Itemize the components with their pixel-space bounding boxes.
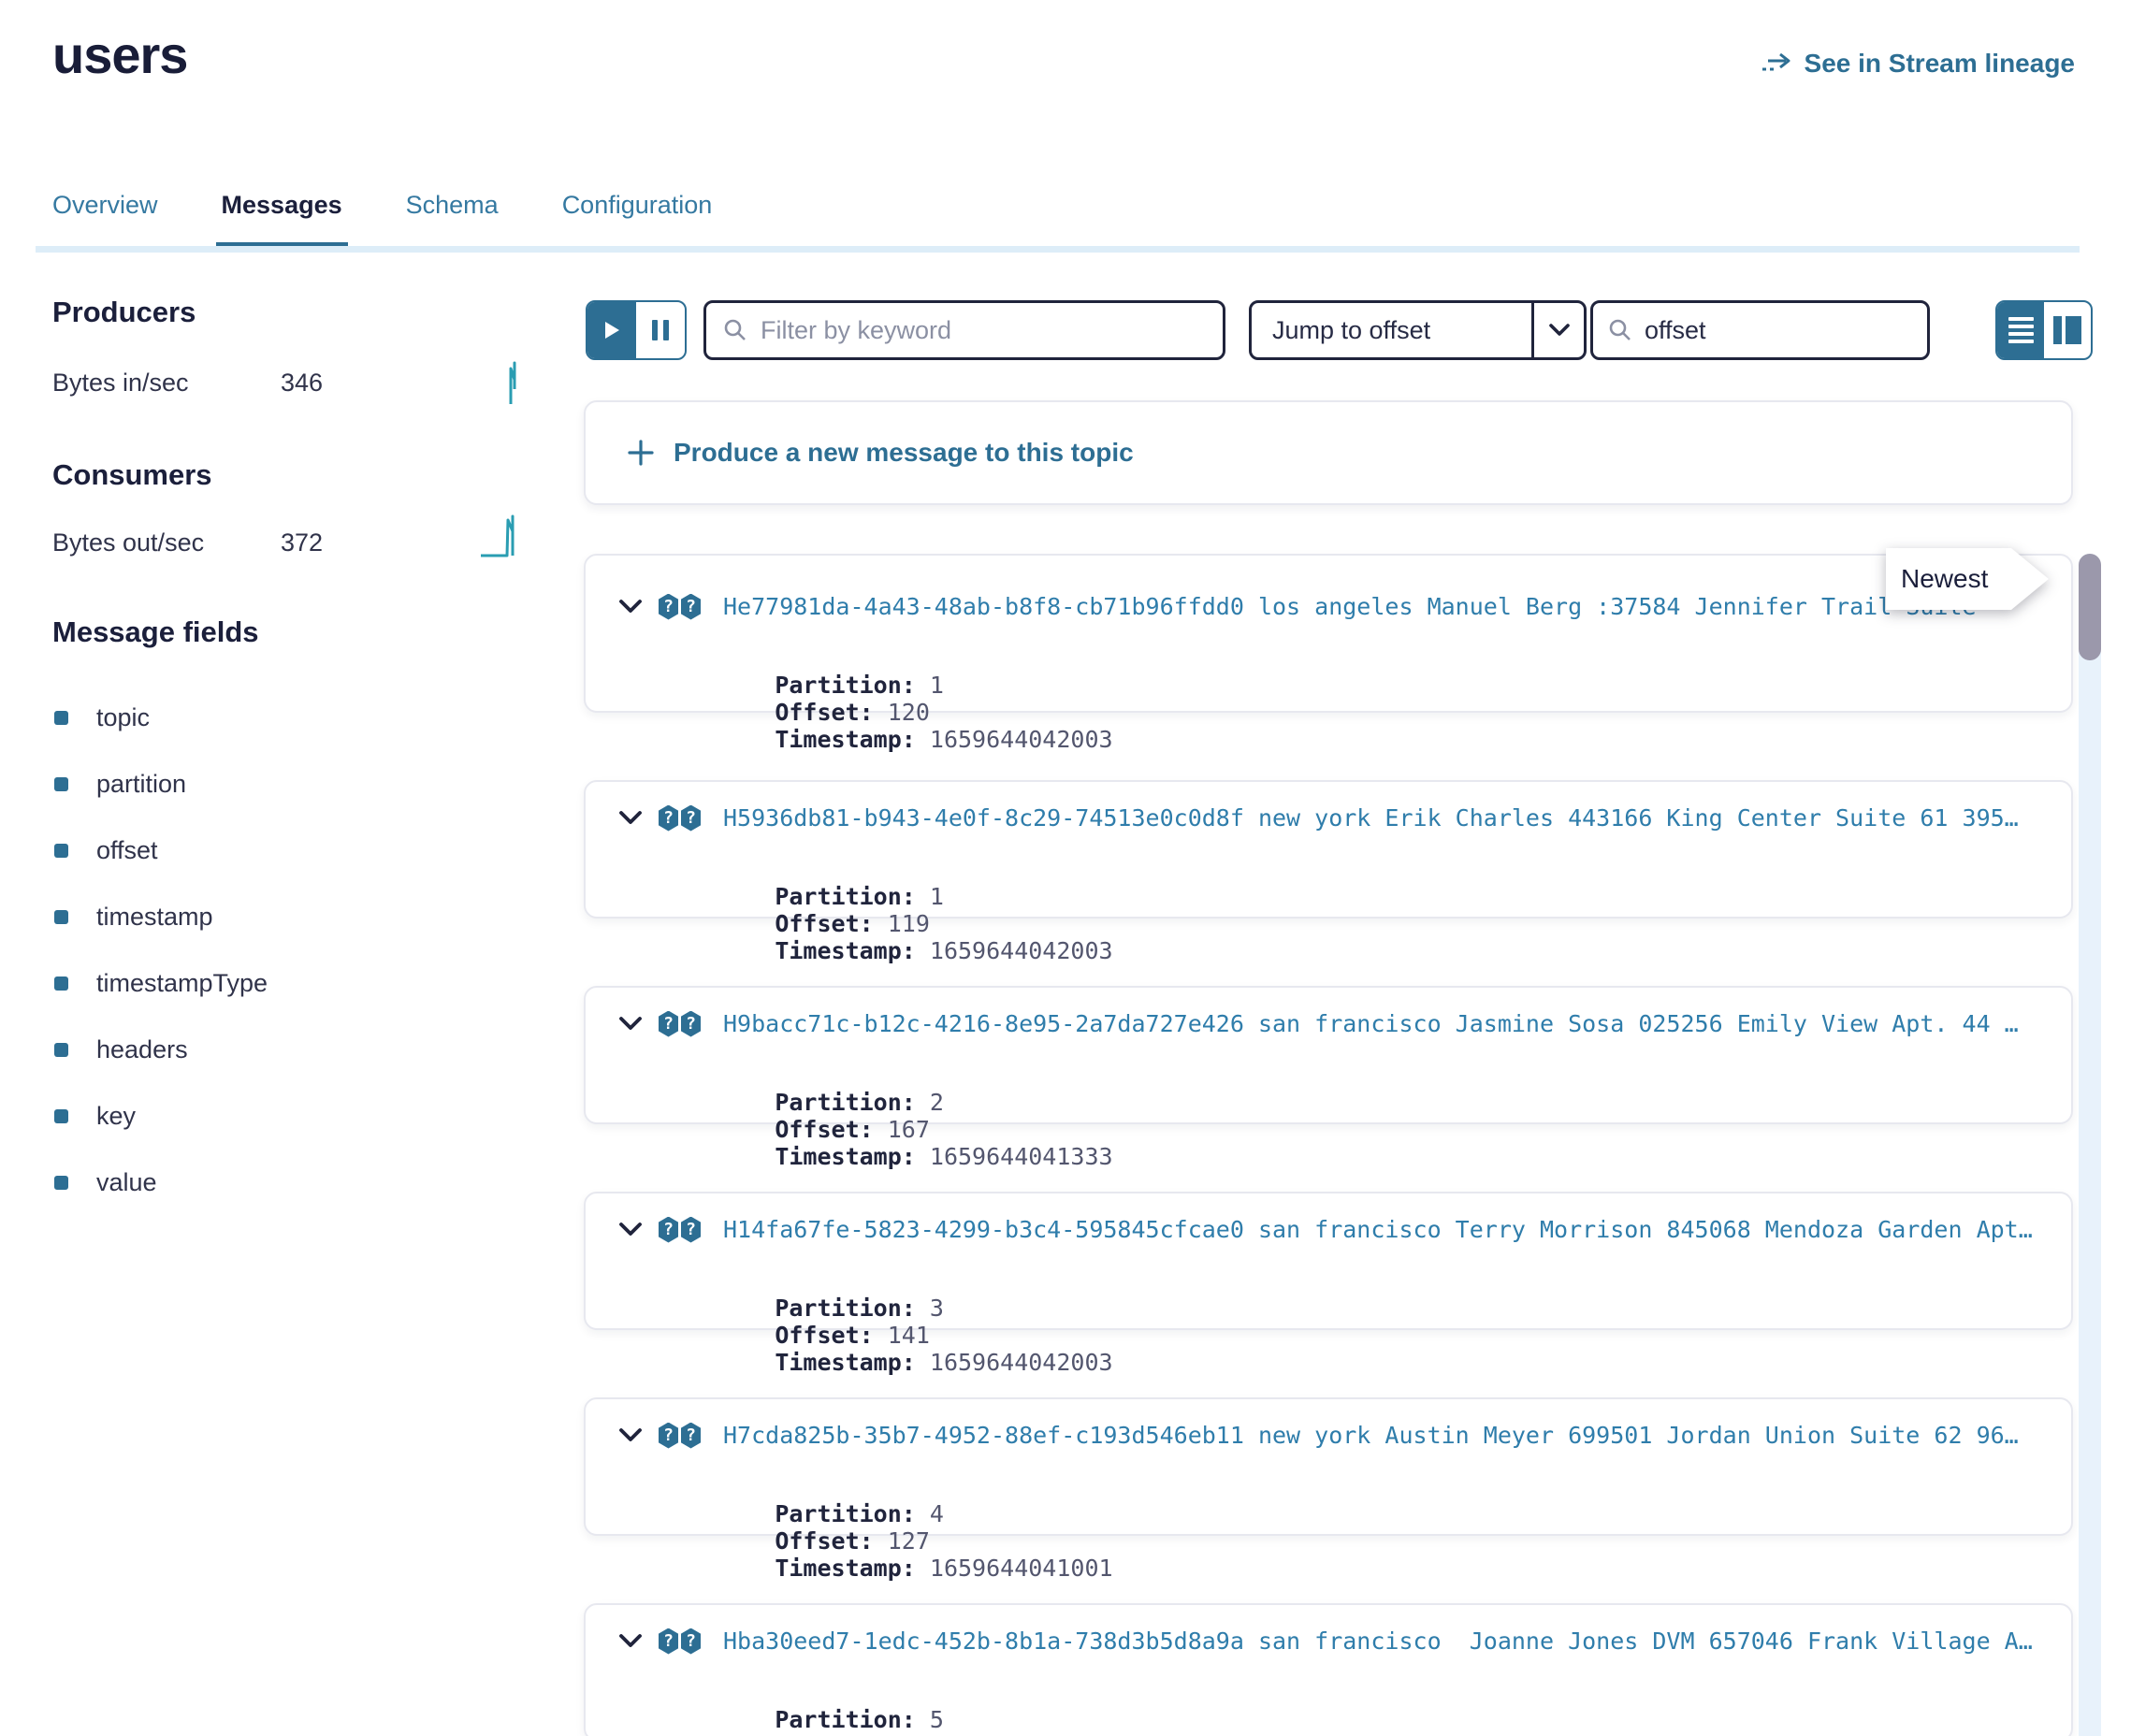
expand-chevron-icon[interactable] xyxy=(619,1428,642,1442)
jump-to-offset-value: Jump to offset xyxy=(1252,303,1531,357)
search-icon xyxy=(723,318,747,342)
offset-search-input[interactable] xyxy=(1645,316,1912,345)
message-meta: Partition: 5 Offset: 163 Timestamp: 1659… xyxy=(690,1679,2034,1736)
field-item-headers[interactable]: headers xyxy=(54,1017,268,1083)
field-item-partition[interactable]: partition xyxy=(54,751,268,817)
field-bullet-icon xyxy=(54,976,68,991)
play-icon xyxy=(604,321,620,340)
message-row[interactable]: ?? He77981da-4a43-48ab-b8f8-cb71b96ffdd0… xyxy=(584,554,2073,713)
keyword-filter-input[interactable] xyxy=(761,316,1206,345)
page-title: users xyxy=(52,24,187,85)
replacement-char-icon: ?? xyxy=(659,1628,701,1655)
message-row[interactable]: ?? H14fa67fe-5823-4299-b3c4-595845cfcae0… xyxy=(584,1192,2073,1330)
offset-search xyxy=(1590,300,1930,360)
topic-messages-page: users See in Stream lineage Overview Mes… xyxy=(0,0,2131,1736)
consumers-sparkline xyxy=(479,513,524,559)
message-key-preview: H14fa67fe-5823-4299-b3c4-595845cfcae0 sa… xyxy=(723,1216,2034,1243)
tab-schema[interactable]: Schema xyxy=(406,191,499,249)
messages-scrollbar-thumb[interactable] xyxy=(2079,554,2101,660)
search-icon xyxy=(1608,318,1632,342)
field-item-key[interactable]: key xyxy=(54,1083,268,1150)
chevron-down-icon xyxy=(1549,324,1570,337)
field-item-offset[interactable]: offset xyxy=(54,817,268,884)
tab-configuration[interactable]: Configuration xyxy=(562,191,713,249)
stream-lineage-label: See in Stream lineage xyxy=(1805,49,2075,79)
pause-button[interactable] xyxy=(636,302,685,358)
newest-tooltip: Newest xyxy=(1886,548,2049,610)
view-mode-toggle xyxy=(1995,300,2093,360)
message-row[interactable]: ?? H5936db81-b943-4e0f-8c29-74513e0c0d8f… xyxy=(584,780,2073,919)
expand-chevron-icon[interactable] xyxy=(619,811,642,825)
select-chevron-cell[interactable] xyxy=(1531,303,1584,357)
message-key-preview: H9bacc71c-b12c-4216-8e95-2a7da727e426 sa… xyxy=(723,1010,2034,1037)
field-bullet-icon xyxy=(54,711,68,725)
bytes-in-label: Bytes in/sec xyxy=(52,369,189,398)
field-item-timestampType[interactable]: timestampType xyxy=(54,950,268,1017)
field-item-timestamp[interactable]: timestamp xyxy=(54,884,268,950)
field-bullet-icon xyxy=(54,1043,68,1057)
expand-chevron-icon[interactable] xyxy=(619,1634,642,1648)
list-view-icon xyxy=(2008,313,2034,347)
message-key-preview: Hba30eed7-1edc-452b-8b1a-738d3b5d8a9a sa… xyxy=(723,1628,2034,1655)
messages-scrollbar-track[interactable] xyxy=(2079,554,2101,1736)
message-key-preview: H5936db81-b943-4e0f-8c29-74513e0c0d8f ne… xyxy=(723,804,2034,832)
consumers-heading: Consumers xyxy=(52,458,212,492)
message-row[interactable]: ?? Hba30eed7-1edc-452b-8b1a-738d3b5d8a9a… xyxy=(584,1603,2073,1736)
message-row[interactable]: ?? H7cda825b-35b7-4952-88ef-c193d546eb11… xyxy=(584,1397,2073,1536)
tab-underline-track xyxy=(36,246,2080,253)
message-row[interactable]: ?? H9bacc71c-b12c-4216-8e95-2a7da727e426… xyxy=(584,986,2073,1124)
expand-chevron-icon[interactable] xyxy=(619,1017,642,1031)
message-meta: Partition: 4 Offset: 127 Timestamp: 1659… xyxy=(690,1473,2034,1609)
split-view-button[interactable] xyxy=(2044,302,2091,358)
tab-messages[interactable]: Messages xyxy=(222,191,342,249)
pause-icon xyxy=(652,320,669,340)
message-meta: Partition: 2 Offset: 167 Timestamp: 1659… xyxy=(690,1062,2034,1197)
message-meta: Partition: 3 Offset: 141 Timestamp: 1659… xyxy=(690,1267,2034,1403)
stream-lineage-link[interactable]: See in Stream lineage xyxy=(1761,49,2075,79)
replacement-char-icon: ?? xyxy=(659,1011,701,1037)
expand-chevron-icon[interactable] xyxy=(619,600,642,614)
keyword-filter xyxy=(703,300,1225,360)
play-pause-toggle xyxy=(586,300,687,360)
producers-sparkline xyxy=(507,361,524,406)
produce-message-label: Produce a new message to this topic xyxy=(674,438,1134,468)
plus-icon xyxy=(627,439,655,467)
message-key-preview: He77981da-4a43-48ab-b8f8-cb71b96ffdd0 lo… xyxy=(723,593,2034,620)
field-bullet-icon xyxy=(54,777,68,791)
tab-bar: Overview Messages Schema Configuration xyxy=(52,191,712,249)
play-button[interactable] xyxy=(587,302,636,358)
replacement-char-icon: ?? xyxy=(659,805,701,832)
field-bullet-icon xyxy=(54,844,68,858)
produce-message-button[interactable]: Produce a new message to this topic xyxy=(584,400,2073,505)
expand-chevron-icon[interactable] xyxy=(619,1222,642,1237)
field-item-topic[interactable]: topic xyxy=(54,685,268,751)
stream-lineage-icon xyxy=(1761,51,1792,77)
bytes-in-value: 346 xyxy=(281,369,323,398)
replacement-char-icon: ?? xyxy=(659,1423,701,1449)
producers-heading: Producers xyxy=(52,296,196,329)
field-bullet-icon xyxy=(54,1176,68,1190)
message-key-preview: H7cda825b-35b7-4952-88ef-c193d546eb11 ne… xyxy=(723,1422,2034,1449)
message-fields-heading: Message fields xyxy=(52,615,259,649)
list-view-button[interactable] xyxy=(1997,302,2044,358)
bytes-out-value: 372 xyxy=(281,528,323,557)
field-bullet-icon xyxy=(54,1109,68,1123)
split-view-icon xyxy=(2053,316,2081,344)
message-meta: Partition: 1 Offset: 119 Timestamp: 1659… xyxy=(690,856,2034,991)
jump-to-offset-select[interactable]: Jump to offset xyxy=(1249,300,1587,360)
bytes-out-label: Bytes out/sec xyxy=(52,528,204,557)
message-meta: Partition: 1 Offset: 120 Timestamp: 1659… xyxy=(690,644,2034,780)
replacement-char-icon: ?? xyxy=(659,1217,701,1243)
field-bullet-icon xyxy=(54,910,68,924)
message-fields-list: topic partition offset timestamp timesta… xyxy=(54,685,268,1216)
newest-tooltip-label: Newest xyxy=(1886,548,2049,610)
replacement-char-icon: ?? xyxy=(659,594,701,620)
tab-overview[interactable]: Overview xyxy=(52,191,158,249)
field-item-value[interactable]: value xyxy=(54,1150,268,1216)
